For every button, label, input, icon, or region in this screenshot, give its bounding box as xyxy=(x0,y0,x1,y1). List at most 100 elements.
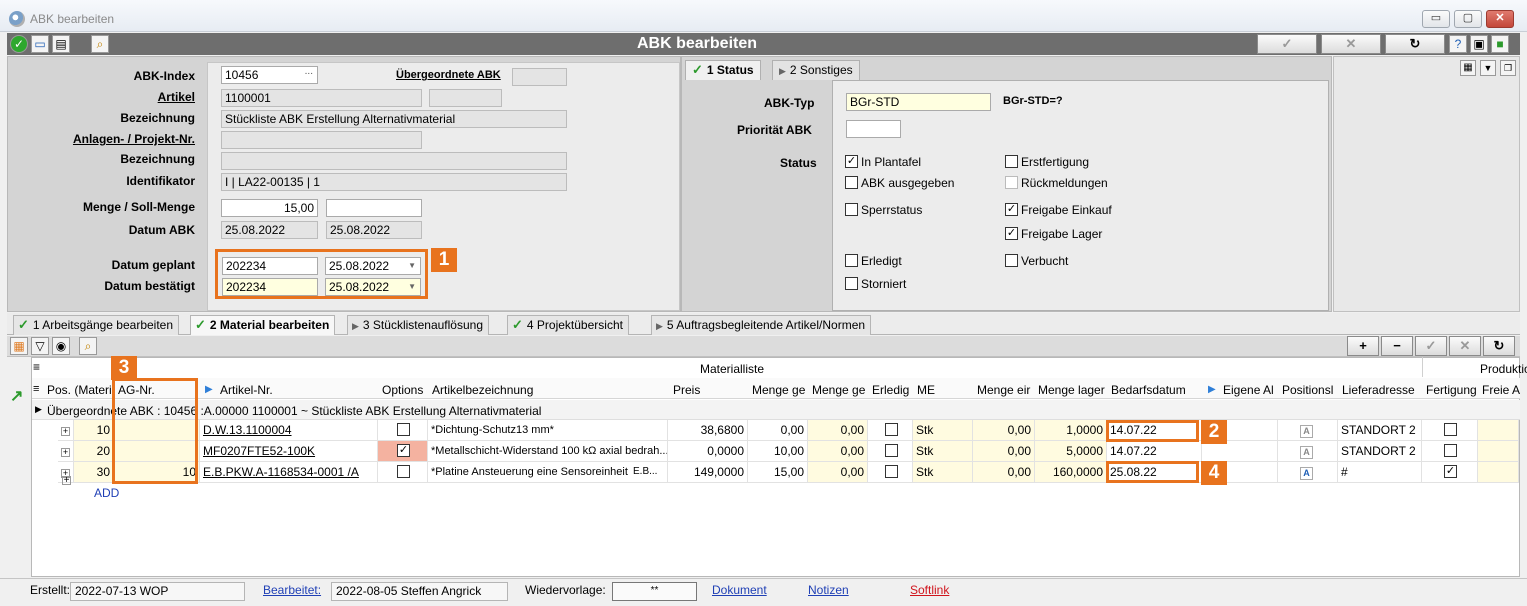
cell-lief[interactable]: # xyxy=(1338,462,1422,483)
tab-arbeitsgaenge[interactable]: ✓ 1 Arbeitsgänge bearbeiten xyxy=(13,315,180,335)
cell-artikel[interactable]: E.B.PKW.A-1168534-0001 /A xyxy=(200,462,378,483)
uebergeordnete-abk-label[interactable]: Übergeordnete ABK xyxy=(396,69,501,81)
cell-lief[interactable]: STANDORT 2 xyxy=(1338,441,1422,462)
datum-geplant-week-field[interactable]: 202234 xyxy=(222,257,318,275)
col-eigene[interactable]: Eigene Al xyxy=(1223,383,1277,397)
erledigt-checkbox[interactable] xyxy=(868,420,913,441)
position-text-icon[interactable]: A xyxy=(1278,441,1338,462)
grid-ok-button[interactable]: ✓ xyxy=(1415,336,1447,356)
export-icon[interactable]: ■ xyxy=(1491,35,1509,53)
grid-refresh-button[interactable]: ↻ xyxy=(1483,336,1515,356)
position-text-icon[interactable]: A xyxy=(1278,462,1338,483)
abk-typ-field[interactable]: BGr-STD xyxy=(846,93,991,111)
col-menge-ein[interactable]: Menge eir xyxy=(977,383,1033,397)
cell-bez[interactable]: *Platine Ansteuerung eine Sensoreinheit xyxy=(428,462,668,483)
cell-lager[interactable]: 1,0000 xyxy=(1035,420,1107,441)
dropdown-arrow-icon[interactable]: ▼ xyxy=(408,258,416,274)
bearbeitet-link[interactable]: Bearbeitet: xyxy=(263,582,321,601)
expand-icon[interactable]: + xyxy=(58,420,74,441)
cell-freie[interactable] xyxy=(1478,462,1519,483)
in-plantafel-checkbox[interactable]: ✓ xyxy=(845,155,858,168)
softlink-link[interactable]: Softlink xyxy=(910,582,949,601)
add-row-button[interactable]: + xyxy=(1347,336,1379,356)
datum-bestaetigt-week-field[interactable]: 202234 xyxy=(222,278,318,296)
expand-icon[interactable]: + xyxy=(58,441,74,462)
verbucht-checkbox[interactable] xyxy=(1005,254,1018,267)
link-icon[interactable]: ↗ xyxy=(10,386,23,406)
expand-icon[interactable]: + xyxy=(62,476,71,486)
cell-pos[interactable]: 30 xyxy=(74,462,114,483)
col-artikelbezeichnung[interactable]: Artikelbezeichnung xyxy=(432,383,533,397)
col-positionsl[interactable]: Positionsl xyxy=(1282,383,1336,397)
refresh-button[interactable]: ↻ xyxy=(1385,34,1445,54)
cell-freie[interactable] xyxy=(1478,441,1519,462)
cell-m3[interactable]: 0,00 xyxy=(973,462,1035,483)
menge-field[interactable]: 15,00 xyxy=(221,199,318,217)
lookup-dots[interactable]: ... xyxy=(305,67,313,80)
remove-row-button[interactable]: − xyxy=(1381,336,1413,356)
cell-preis[interactable]: 0,0000 xyxy=(668,441,748,462)
wiedervorlage-button[interactable]: ** xyxy=(612,582,697,601)
position-text-icon[interactable]: A xyxy=(1278,420,1338,441)
sort-arrow-icon[interactable]: ▶ xyxy=(205,384,213,395)
col-menge-ge-1[interactable]: Menge ge xyxy=(752,383,806,397)
sperrstatus-checkbox[interactable] xyxy=(845,203,858,216)
image-icon[interactable]: ▦ xyxy=(1460,60,1476,76)
filter-icon[interactable]: ▽ xyxy=(31,337,49,355)
view-icon[interactable]: ◉ xyxy=(52,337,70,355)
erledigt-checkbox[interactable] xyxy=(868,462,913,483)
tab-material-bearbeiten[interactable]: ✓ 2 Material bearbeiten xyxy=(190,315,336,335)
close-window-button[interactable]: ✕ xyxy=(1486,10,1514,28)
fertigung-checkbox[interactable] xyxy=(1422,441,1478,462)
cell-me[interactable]: Stk xyxy=(913,441,973,462)
grid-menu-icon[interactable]: ≡ xyxy=(33,360,40,374)
cell-bez[interactable]: *Dichtung-Schutz13 mm* xyxy=(428,420,668,441)
grid-layout-icon[interactable]: ▦ xyxy=(10,337,28,355)
datum-geplant-field[interactable]: 25.08.2022 ▼ xyxy=(325,257,421,275)
abk-index-field[interactable]: 10456... xyxy=(221,66,318,84)
notizen-link[interactable]: Notizen xyxy=(808,582,849,601)
minimize-button[interactable]: ▭ xyxy=(1422,10,1450,28)
cell-datum[interactable]: 14.07.22 xyxy=(1107,441,1202,462)
tab-sonstiges[interactable]: ▶ 2 Sonstiges xyxy=(772,60,860,80)
options-checkbox[interactable] xyxy=(378,462,428,483)
restore-icon[interactable]: ❐ xyxy=(1500,60,1516,76)
cell-freie[interactable] xyxy=(1478,420,1519,441)
options-checkbox[interactable]: ✓ xyxy=(378,441,428,462)
soll-menge-field[interactable] xyxy=(326,199,422,217)
maximize-button[interactable]: ▢ xyxy=(1454,10,1482,28)
cell-m1[interactable]: 0,00 xyxy=(748,420,808,441)
expand-arrow-icon[interactable]: ▶ xyxy=(35,404,42,415)
dropdown-arrow-icon[interactable]: ▼ xyxy=(408,279,416,295)
ok-button[interactable]: ✓ xyxy=(1257,34,1317,54)
cell-lief[interactable]: STANDORT 2 xyxy=(1338,420,1422,441)
anlagen-projekt-label[interactable]: Anlagen- / Projekt-Nr. xyxy=(10,132,195,146)
abk-ausgegeben-checkbox[interactable] xyxy=(845,176,858,189)
column-menu-icon[interactable]: ≡ xyxy=(33,383,39,395)
col-lieferadresse[interactable]: Lieferadresse xyxy=(1342,383,1415,397)
cell-m1[interactable]: 15,00 xyxy=(748,462,808,483)
cell-preis[interactable]: 38,6800 xyxy=(668,420,748,441)
dokument-link[interactable]: Dokument xyxy=(712,582,767,601)
cell-pos[interactable]: 10 xyxy=(74,420,114,441)
cancel-button[interactable]: ✕ xyxy=(1321,34,1381,54)
fertigung-checkbox[interactable] xyxy=(1422,420,1478,441)
print-icon[interactable]: ▣ xyxy=(1470,35,1488,53)
col-menge-ge-2[interactable]: Menge ge xyxy=(812,383,866,397)
cell-artikel[interactable]: MF0207FTE52-100K xyxy=(200,441,378,462)
freigabe-lager-checkbox[interactable]: ✓ xyxy=(1005,227,1018,240)
cell-preis[interactable]: 149,0000 xyxy=(668,462,748,483)
erledigt-checkbox[interactable] xyxy=(868,441,913,462)
artikel-label[interactable]: Artikel xyxy=(10,90,195,104)
tab-projektuebersicht[interactable]: ✓ 4 Projektübersicht xyxy=(507,315,629,335)
erstfertigung-checkbox[interactable] xyxy=(1005,155,1018,168)
col-freie[interactable]: Freie A xyxy=(1482,383,1520,397)
cell-me[interactable]: Stk xyxy=(913,462,973,483)
cell-artikel[interactable]: D.W.13.1100004 xyxy=(200,420,378,441)
cell-me[interactable]: Stk xyxy=(913,420,973,441)
fertigung-checkbox[interactable]: ✓ xyxy=(1422,462,1478,483)
col-artikel-nr[interactable]: Artikel-Nr. xyxy=(220,383,273,397)
grid-cancel-button[interactable]: ✕ xyxy=(1449,336,1481,356)
col-pos[interactable]: Pos. (Materi xyxy=(47,383,113,397)
col-erledigt[interactable]: Erledig xyxy=(872,383,912,397)
